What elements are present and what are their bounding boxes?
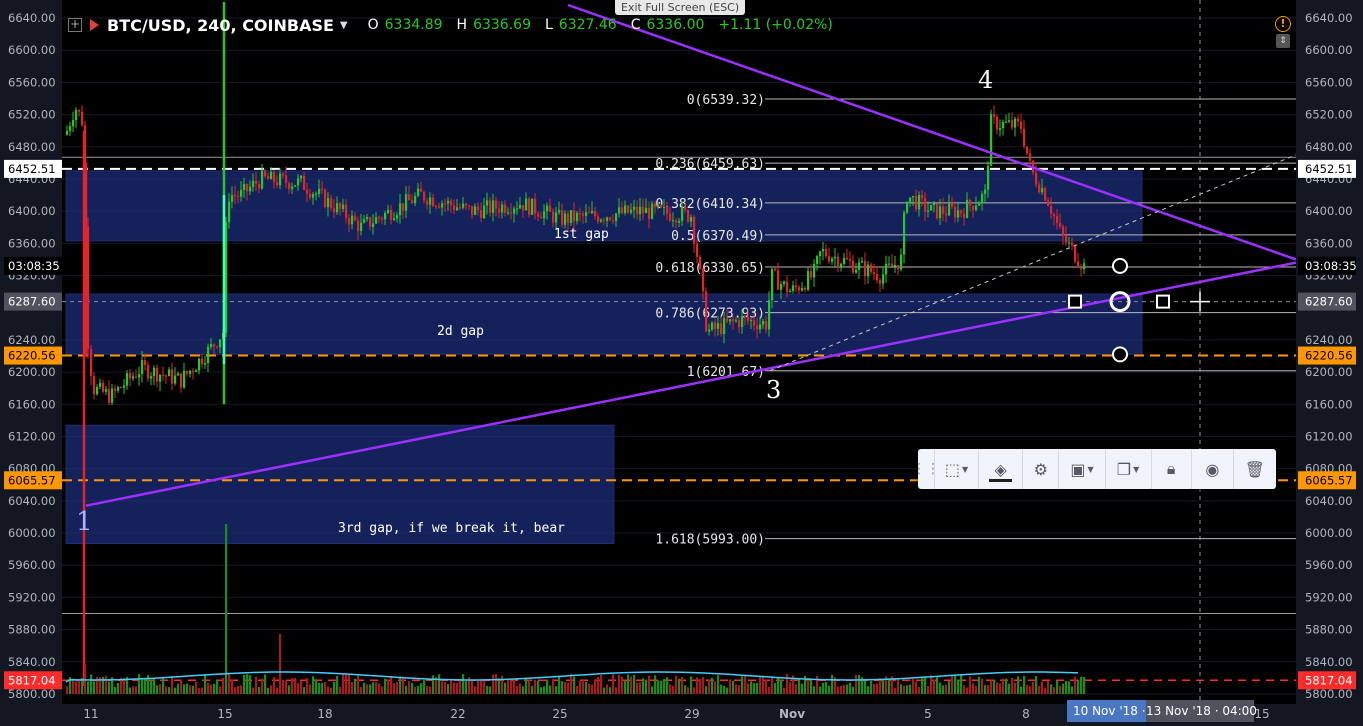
price-tick-label: 6160.00 xyxy=(8,397,56,411)
price-marker-label: 6220.56 xyxy=(1305,349,1353,363)
scroll-toggle-icon[interactable]: ⇕ xyxy=(1276,34,1290,48)
price-marker-label: 6287.60 xyxy=(8,295,56,309)
price-tick-label: 6240.00 xyxy=(1305,333,1353,347)
open-value: 6334.89 xyxy=(384,17,443,33)
price-tick-label: 5920.00 xyxy=(1305,590,1353,604)
rectangle-select-icon: ⬚ xyxy=(944,459,961,479)
price-axis[interactable]: 6640.006600.006560.006520.006480.006440.… xyxy=(0,0,1363,726)
clone-icon: ❐ xyxy=(1116,459,1132,479)
settings-button[interactable]: ⚙ xyxy=(1022,449,1058,489)
visibility-button[interactable]: ◉ xyxy=(1190,449,1233,489)
color-swatch xyxy=(989,479,1013,482)
price-tick-label: 6600.00 xyxy=(1305,43,1353,57)
clone-button[interactable]: ❐ ▼ xyxy=(1104,449,1151,489)
price-marker-label: 5817.04 xyxy=(1305,673,1353,687)
low-value: 6327.46 xyxy=(558,17,617,33)
price-tick-label: 6560.00 xyxy=(1305,75,1353,89)
fill-bucket-icon: ◈ xyxy=(994,459,1007,479)
cursor-time-tag: 13 Nov '18 · 04:00 xyxy=(1146,700,1257,722)
price-tick-label: 6200.00 xyxy=(1305,365,1353,379)
eye-icon: ◉ xyxy=(1205,459,1220,479)
add-symbol-icon[interactable]: + xyxy=(68,18,82,32)
chevron-down-icon: ▼ xyxy=(962,464,969,474)
chevron-down-icon: ▼ xyxy=(1087,464,1094,474)
time-tick-label: 22 xyxy=(450,707,465,721)
price-marker-label: 03:08:35 xyxy=(8,259,60,273)
price-tick-label: 6640.00 xyxy=(8,11,56,25)
lock-button[interactable]: 🔒︎ xyxy=(1150,449,1191,489)
price-marker-label: 6220.56 xyxy=(8,349,56,363)
low-label: L xyxy=(544,17,553,33)
price-marker-label: 6452.51 xyxy=(8,162,56,176)
price-tick-label: 6400.00 xyxy=(1305,204,1353,218)
chevron-down-icon: ▼ xyxy=(1133,464,1140,474)
symbol-name[interactable]: BTC/USD, 240, COINBASE xyxy=(107,16,334,35)
chevron-down-icon[interactable]: ▼ xyxy=(340,20,348,31)
change-value: +1.11 (+0.02%) xyxy=(718,17,833,33)
price-tick-label: 6480.00 xyxy=(8,140,56,154)
time-tick-label: 5 xyxy=(924,707,932,721)
price-tick-label: 6560.00 xyxy=(8,75,56,89)
layers-button[interactable]: ▣ ▼ xyxy=(1058,449,1104,489)
price-marker-label: 6065.57 xyxy=(8,473,56,487)
rectangle-select-button[interactable]: ⬚ ▼ xyxy=(934,449,978,489)
crosshair-time-tag: 10 Nov '18 · 20:00 xyxy=(1067,700,1153,722)
price-marker-label: 5817.04 xyxy=(8,673,56,687)
time-tick-label: 29 xyxy=(684,707,699,721)
time-tick-label: 8 xyxy=(1022,707,1030,721)
drawing-toolbar: ⋮⋮ ⬚ ▼ ◈ ⚙ ▣ ▼ ❐ ▼ 🔒︎ ◉ 🗑︎ xyxy=(912,449,1276,489)
price-tick-label: 6240.00 xyxy=(8,333,56,347)
price-tick-label: 6000.00 xyxy=(1305,526,1353,540)
high-label: H xyxy=(456,17,468,33)
time-tick-label: 15 xyxy=(217,707,232,721)
price-tick-label: 6400.00 xyxy=(8,204,56,218)
close-value: 6336.00 xyxy=(646,17,705,33)
time-tick-label: 25 xyxy=(552,707,567,721)
price-tick-label: 5880.00 xyxy=(8,623,56,637)
price-marker-label: 6452.51 xyxy=(1305,162,1353,176)
price-tick-label: 6120.00 xyxy=(8,429,56,443)
time-tick-label: 11 xyxy=(83,707,98,721)
time-tick-label: 18 xyxy=(317,707,332,721)
price-marker-label: 6065.57 xyxy=(1305,473,1353,487)
price-tick-label: 6640.00 xyxy=(1305,11,1353,25)
flag-icon[interactable] xyxy=(90,19,99,31)
grip-icon[interactable]: ⋮⋮ xyxy=(912,449,940,489)
price-tick-label: 6520.00 xyxy=(1305,108,1353,122)
price-tick-label: 6360.00 xyxy=(8,236,56,250)
delete-button[interactable]: 🗑︎ xyxy=(1232,449,1276,489)
price-tick-label: 6600.00 xyxy=(8,43,56,57)
symbol-legend: + BTC/USD, 240, COINBASE ▼ O 6334.89 H 633… xyxy=(68,14,833,36)
price-tick-label: 5920.00 xyxy=(8,590,56,604)
high-value: 6336.69 xyxy=(473,17,531,33)
price-marker-label: 03:08:35 xyxy=(1305,259,1357,273)
price-tick-label: 5960.00 xyxy=(1305,558,1353,572)
gear-icon: ⚙ xyxy=(1033,459,1048,479)
price-tick-label: 6120.00 xyxy=(1305,429,1353,443)
price-tick-label: 6200.00 xyxy=(8,365,56,379)
price-tick-label: 6160.00 xyxy=(1305,397,1353,411)
price-tick-label: 6360.00 xyxy=(1305,236,1353,250)
lock-icon: 🔒︎ xyxy=(1166,459,1176,478)
price-tick-label: 6040.00 xyxy=(8,494,56,508)
time-tick-label: Nov xyxy=(779,707,805,721)
price-tick-label: 5840.00 xyxy=(8,655,56,669)
price-tick-label: 5960.00 xyxy=(8,558,56,572)
layers-icon: ▣ xyxy=(1070,459,1086,479)
price-tick-label: 5840.00 xyxy=(1305,655,1353,669)
exit-fullscreen-button[interactable]: Exit Full Screen (ESC) xyxy=(615,0,746,15)
open-label: O xyxy=(367,17,379,33)
price-tick-label: 6040.00 xyxy=(1305,494,1353,508)
price-marker-label: 6287.60 xyxy=(1305,295,1353,309)
price-tick-label: 6000.00 xyxy=(8,526,56,540)
fill-color-button[interactable]: ◈ xyxy=(978,449,1022,489)
price-tick-label: 5880.00 xyxy=(1305,623,1353,637)
price-tick-label: 6520.00 xyxy=(8,108,56,122)
trash-icon: 🗑︎ xyxy=(1244,459,1266,479)
alert-icon[interactable]: ! xyxy=(1275,16,1291,32)
close-label: C xyxy=(630,17,641,33)
price-tick-label: 6480.00 xyxy=(1305,140,1353,154)
